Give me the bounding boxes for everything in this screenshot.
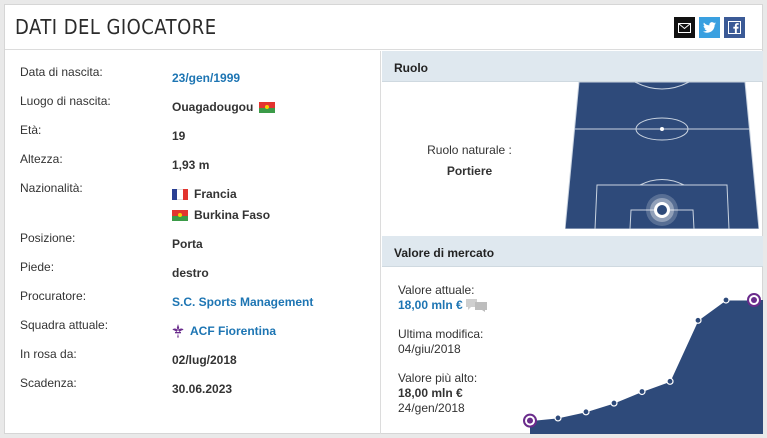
france-flag-icon xyxy=(172,188,188,200)
nationality-text-2: Burkina Faso xyxy=(194,208,271,222)
club-crest-center xyxy=(751,297,757,303)
player-data-card: DATI DEL GIOCATORE Data di nascita: 23/g… xyxy=(4,4,763,434)
club-crest-center xyxy=(527,417,533,424)
facebook-icon[interactable] xyxy=(724,17,745,38)
detail-label: Nazionalità: xyxy=(20,181,83,195)
market-value-point[interactable] xyxy=(554,414,562,422)
envelope-icon[interactable] xyxy=(674,17,695,38)
twitter-icon[interactable] xyxy=(699,17,720,38)
agent-link[interactable]: S.C. Sports Management xyxy=(172,295,313,309)
natural-role-value: Portiere xyxy=(446,164,493,178)
burkina-faso-flag-icon xyxy=(259,101,276,113)
page-title: DATI DEL GIOCATORE xyxy=(15,15,217,39)
birthdate-link[interactable]: 23/gen/1999 xyxy=(172,71,240,85)
detail-value: 30.06.2023 xyxy=(172,382,233,396)
burkina-faso-flag-icon xyxy=(172,209,188,221)
highest-value: 18,00 mln € xyxy=(398,386,463,400)
nationality-text: Francia xyxy=(194,187,237,201)
detail-label: Procuratore: xyxy=(20,289,87,303)
highest-value-block: Valore più alto: 18,00 mln € 24/gen/2018 xyxy=(398,371,477,416)
current-value-label: Valore attuale: xyxy=(398,283,475,297)
pitch-diagram xyxy=(565,82,759,229)
market-value-point[interactable] xyxy=(722,296,730,304)
natural-role-label: Ruolo naturale : xyxy=(427,143,512,157)
detail-label: Posizione: xyxy=(20,231,76,245)
detail-label: Scadenza: xyxy=(20,376,77,390)
current-value[interactable]: 18,00 mln € xyxy=(398,298,463,313)
detail-value-2: Burkina Faso xyxy=(172,208,270,222)
last-modified-value: 04/giu/2018 xyxy=(398,342,461,356)
detail-label: In rosa da: xyxy=(20,347,77,361)
market-value-chart xyxy=(523,293,763,434)
detail-value: 1,93 m xyxy=(172,158,210,172)
comment-bubbles-icon[interactable] xyxy=(465,299,488,312)
last-modified-label: Ultima modifica: xyxy=(398,327,484,341)
card-header: DATI DEL GIOCATORE xyxy=(5,5,762,50)
detail-value: 19 xyxy=(172,129,186,143)
detail-value: Francia xyxy=(172,187,237,201)
last-modified-block: Ultima modifica: 04/giu/2018 xyxy=(398,327,483,357)
detail-label: Piede: xyxy=(20,260,55,274)
detail-value: Porta xyxy=(172,237,203,251)
section-header-market: Valore di mercato xyxy=(382,236,763,267)
highest-value-label: Valore più alto: xyxy=(398,371,478,385)
detail-label: Squadra attuale: xyxy=(20,318,109,332)
detail-value: destro xyxy=(172,266,209,280)
highest-value-date: 24/gen/2018 xyxy=(398,401,465,415)
market-value-point[interactable] xyxy=(666,377,674,385)
detail-value: 02/lug/2018 xyxy=(172,353,237,367)
market-value-point[interactable] xyxy=(582,408,590,416)
club-name: ACF Fiorentina xyxy=(190,324,276,338)
detail-label: Luogo di nascita: xyxy=(20,94,111,108)
detail-label: Età: xyxy=(20,123,42,137)
market-value-point[interactable] xyxy=(638,387,646,396)
market-value-point[interactable] xyxy=(694,316,702,324)
detail-label: Data di nascita: xyxy=(20,65,103,79)
market-value-area xyxy=(530,300,763,434)
club-link[interactable]: ACF Fiorentina xyxy=(172,324,276,338)
player-details: Data di nascita: 23/gen/1999 Luogo di na… xyxy=(5,51,381,434)
market-value-point[interactable] xyxy=(610,399,618,407)
section-header-ruolo: Ruolo xyxy=(382,51,763,82)
side-panel: Ruolo Ruolo naturale : Portiere Valore d… xyxy=(382,51,763,434)
birthplace-text: Ouagadougou xyxy=(172,100,254,114)
current-value-block: Valore attuale: 18,00 mln € xyxy=(398,283,488,313)
detail-label: Altezza: xyxy=(20,152,63,166)
detail-value: Ouagadougou xyxy=(172,100,276,114)
fiorentina-lily-icon xyxy=(172,324,184,338)
